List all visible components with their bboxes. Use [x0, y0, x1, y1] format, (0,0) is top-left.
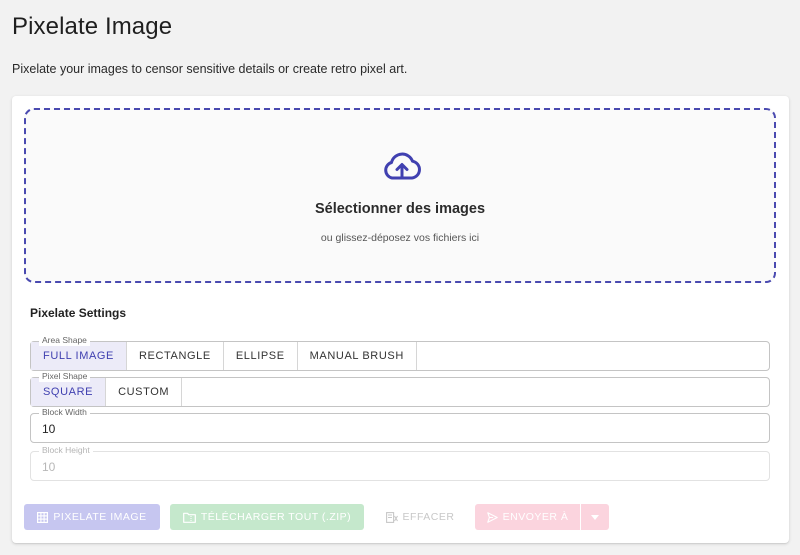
file-dropzone[interactable]: Sélectionner des images ou glissez-dépos…: [24, 108, 776, 283]
pixel-shape-option-custom[interactable]: CUSTOM: [106, 378, 183, 406]
chevron-down-icon: [591, 514, 599, 520]
pixelate-image-button[interactable]: PIXELATE IMAGE: [24, 504, 160, 530]
page-title: Pixelate Image: [12, 13, 173, 40]
clear-all-icon: [385, 511, 398, 523]
send-to-button[interactable]: ENVOYER À: [475, 504, 580, 530]
block-height-label: Block Height: [39, 445, 93, 456]
settings-title: Pixelate Settings: [30, 306, 127, 320]
download-all-label: TÉLÉCHARGER TOUT (.ZIP): [200, 511, 352, 523]
folder-zip-icon: [182, 512, 196, 523]
page-subtitle: Pixelate your images to censor sensitive…: [12, 62, 408, 76]
block-height-value: 10: [42, 460, 56, 474]
area-shape-label: Area Shape: [39, 335, 90, 346]
clear-label: EFFACER: [402, 511, 455, 523]
grid-icon: [37, 511, 49, 523]
pixel-shape-field: SQUARE CUSTOM Pixel Shape: [30, 371, 770, 407]
area-shape-field: FULL IMAGE RECTANGLE ELLIPSE MANUAL BRUS…: [30, 335, 770, 371]
pixelate-image-label: PIXELATE IMAGE: [53, 511, 147, 523]
main-card: Sélectionner des images ou glissez-dépos…: [12, 96, 789, 543]
area-shape-option-manual-brush[interactable]: MANUAL BRUSH: [298, 342, 417, 370]
block-width-input[interactable]: Block Width 10: [30, 407, 770, 443]
send-to-label: ENVOYER À: [502, 511, 569, 523]
dropzone-subtitle: ou glissez-déposez vos fichiers ici: [320, 232, 480, 244]
area-shape-toggle-group: FULL IMAGE RECTANGLE ELLIPSE MANUAL BRUS…: [31, 342, 417, 370]
block-height-input: Block Height 10: [30, 445, 770, 481]
dropzone-title: Sélectionner des images: [314, 201, 486, 217]
block-width-value: 10: [42, 422, 56, 436]
block-width-label: Block Width: [39, 407, 90, 418]
send-to-menu-button[interactable]: [581, 504, 609, 530]
area-shape-option-rectangle[interactable]: RECTANGLE: [127, 342, 224, 370]
pixel-shape-option-square[interactable]: SQUARE: [31, 378, 107, 406]
pixel-shape-label: Pixel Shape: [39, 371, 91, 382]
area-shape-option-full-image[interactable]: FULL IMAGE: [31, 342, 127, 370]
area-shape-option-ellipse[interactable]: ELLIPSE: [224, 342, 298, 370]
pixel-shape-toggle-group: SQUARE CUSTOM: [31, 378, 183, 406]
cloud-upload-icon: [384, 152, 421, 180]
clear-button[interactable]: EFFACER: [374, 504, 466, 530]
download-all-zip-button[interactable]: TÉLÉCHARGER TOUT (.ZIP): [170, 504, 364, 530]
send-icon: [486, 511, 498, 523]
